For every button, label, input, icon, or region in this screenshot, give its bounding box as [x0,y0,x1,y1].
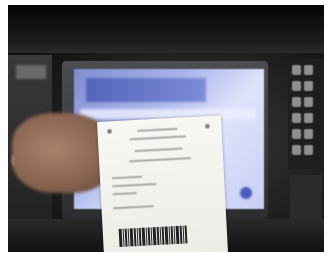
keypad-key [292,145,301,155]
barcode [118,225,198,247]
keypad-key [304,145,313,155]
paper-receipt [97,115,229,252]
keypad-key [304,97,313,107]
keypad-key [292,65,301,75]
keypad-key [292,113,301,123]
receipt-text-line [129,157,192,163]
receipt-corner-mark [107,129,112,134]
receipt-text-line [111,175,142,180]
keypad-key [292,97,301,107]
keypad [288,59,324,169]
keypad-key [292,129,301,139]
receipt-corner-mark [205,124,210,129]
screen-header-bar [86,78,206,102]
photo [8,5,324,252]
keypad-key [304,129,313,139]
receipt-text-line [129,135,186,141]
receipt-text-line [137,127,178,132]
keypad-key [292,81,301,91]
screen-button-dot [240,187,252,199]
machine-top [8,5,324,53]
keypad-key [304,113,313,123]
receipt-text-line [134,147,183,153]
receipt-text-line [112,182,157,188]
receipt-text-line [113,205,154,210]
side-label [16,65,46,79]
receipt-text-line [112,192,137,196]
keypad-key [304,81,313,91]
keypad-key [304,65,313,75]
